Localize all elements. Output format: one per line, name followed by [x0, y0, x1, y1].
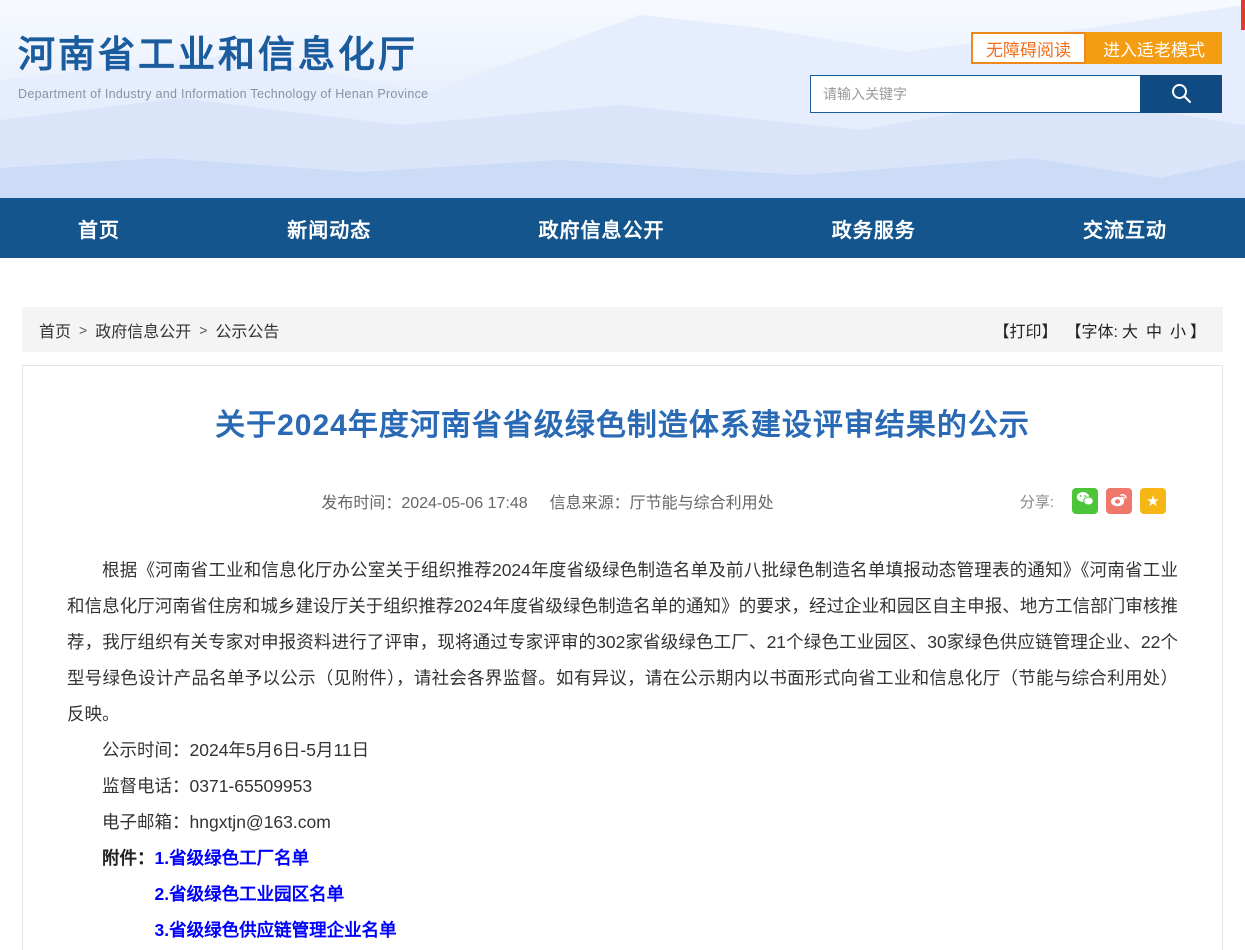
nav-item-gov-info[interactable]: 政府信息公开 [539, 214, 665, 243]
article-paragraph: 根据《河南省工业和信息化厅办公室关于组织推荐2024年度省级绿色制造名单及前八批… [67, 552, 1178, 732]
nav-item-news[interactable]: 新闻动态 [287, 214, 371, 243]
source-label: 信息来源： [550, 495, 630, 512]
font-size-medium-button[interactable]: 中 [1146, 318, 1162, 342]
print-button[interactable]: 【打印】 [993, 318, 1057, 342]
search-icon [1169, 81, 1193, 108]
article-card: 关于2024年度河南省省级绿色制造体系建设评审结果的公示 发布时间：2024-0… [22, 365, 1223, 950]
page-title: 关于2024年度河南省省级绿色制造体系建设评审结果的公示 [67, 406, 1178, 446]
article-meta: 发布时间：2024-05-06 17:48 信息来源：厅节能与综合利用处 [321, 489, 773, 513]
attachment-link-green-supply-chain[interactable]: 3.省级绿色供应链管理企业名单 [155, 912, 397, 948]
site-subtitle: Department of Industry and Information T… [18, 87, 428, 101]
breadcrumb-notices[interactable]: 公示公告 [215, 318, 279, 342]
breadcrumb-separator: > [79, 322, 87, 338]
article-meta-row: 发布时间：2024-05-06 17:48 信息来源：厅节能与综合利用处 分享: [67, 486, 1178, 516]
search-bar [810, 75, 1222, 113]
header-controls: 无障碍阅读 进入适老模式 [810, 32, 1222, 113]
star-icon: ★ [1146, 492, 1159, 510]
email-line: 电子邮箱：hngxtjn@163.com [67, 804, 1178, 840]
attachments-label: 附件： [102, 840, 155, 950]
nav-item-home[interactable]: 首页 [78, 214, 120, 243]
weibo-icon [1110, 491, 1128, 512]
font-size-label: 【字体: [1065, 318, 1117, 342]
share-weibo-button[interactable] [1106, 488, 1132, 514]
attachment-link-green-factories[interactable]: 1.省级绿色工厂名单 [155, 840, 397, 876]
source-value: 厅节能与综合利用处 [630, 495, 774, 512]
font-size-label-close: 】 [1190, 318, 1206, 342]
nav-item-services[interactable]: 政务服务 [832, 214, 916, 243]
share-wechat-button[interactable] [1072, 488, 1098, 514]
accessibility-reading-button[interactable]: 无障碍阅读 [971, 32, 1086, 64]
breadcrumb: 首页 > 政府信息公开 > 公示公告 [39, 318, 279, 342]
main-nav: 首页 新闻动态 政府信息公开 政务服务 交流互动 [0, 198, 1245, 258]
breadcrumb-gov-info[interactable]: 政府信息公开 [95, 318, 191, 342]
site-header: 河南省工业和信息化厅 Department of Industry and In… [0, 0, 1245, 198]
attachment-links: 1.省级绿色工厂名单 2.省级绿色工业园区名单 3.省级绿色供应链管理企业名单 … [155, 840, 397, 950]
article-body: 根据《河南省工业和信息化厅办公室关于组织推荐2024年度省级绿色制造名单及前八批… [67, 552, 1178, 950]
nav-item-interaction[interactable]: 交流互动 [1083, 214, 1167, 243]
attachments-block: 附件： 1.省级绿色工厂名单 2.省级绿色工业园区名单 3.省级绿色供应链管理企… [67, 840, 1178, 950]
header-button-row: 无障碍阅读 进入适老模式 [810, 32, 1222, 64]
elder-mode-button[interactable]: 进入适老模式 [1086, 32, 1222, 64]
wechat-icon [1076, 491, 1094, 512]
font-size-small-button[interactable]: 小 [1170, 318, 1186, 342]
supervision-phone-line: 监督电话：0371-65509953 [67, 768, 1178, 804]
search-input[interactable] [810, 75, 1140, 113]
site-title: 河南省工业和信息化厅 [18, 24, 428, 78]
breadcrumb-bar: 首页 > 政府信息公开 > 公示公告 【打印】 【字体: 大 中 小 】 [22, 307, 1223, 352]
font-size-large-button[interactable]: 大 [1122, 318, 1138, 342]
publish-time-label: 发布时间： [321, 495, 401, 512]
breadcrumb-separator: > [199, 322, 207, 338]
share-qzone-button[interactable]: ★ [1140, 488, 1166, 514]
page-tools: 【打印】 【字体: 大 中 小 】 [993, 318, 1206, 342]
search-button[interactable] [1140, 75, 1222, 113]
clipped-side-widget [1241, 0, 1245, 30]
share-block: 分享: [1020, 488, 1166, 514]
share-label: 分享: [1020, 491, 1054, 512]
publish-time: 2024-05-06 17:48 [401, 495, 527, 512]
site-logo: 河南省工业和信息化厅 Department of Industry and In… [18, 24, 428, 101]
attachment-link-green-parks[interactable]: 2.省级绿色工业园区名单 [155, 876, 397, 912]
notice-period-line: 公示时间：2024年5月6日-5月11日 [67, 732, 1178, 768]
breadcrumb-home[interactable]: 首页 [39, 318, 71, 342]
